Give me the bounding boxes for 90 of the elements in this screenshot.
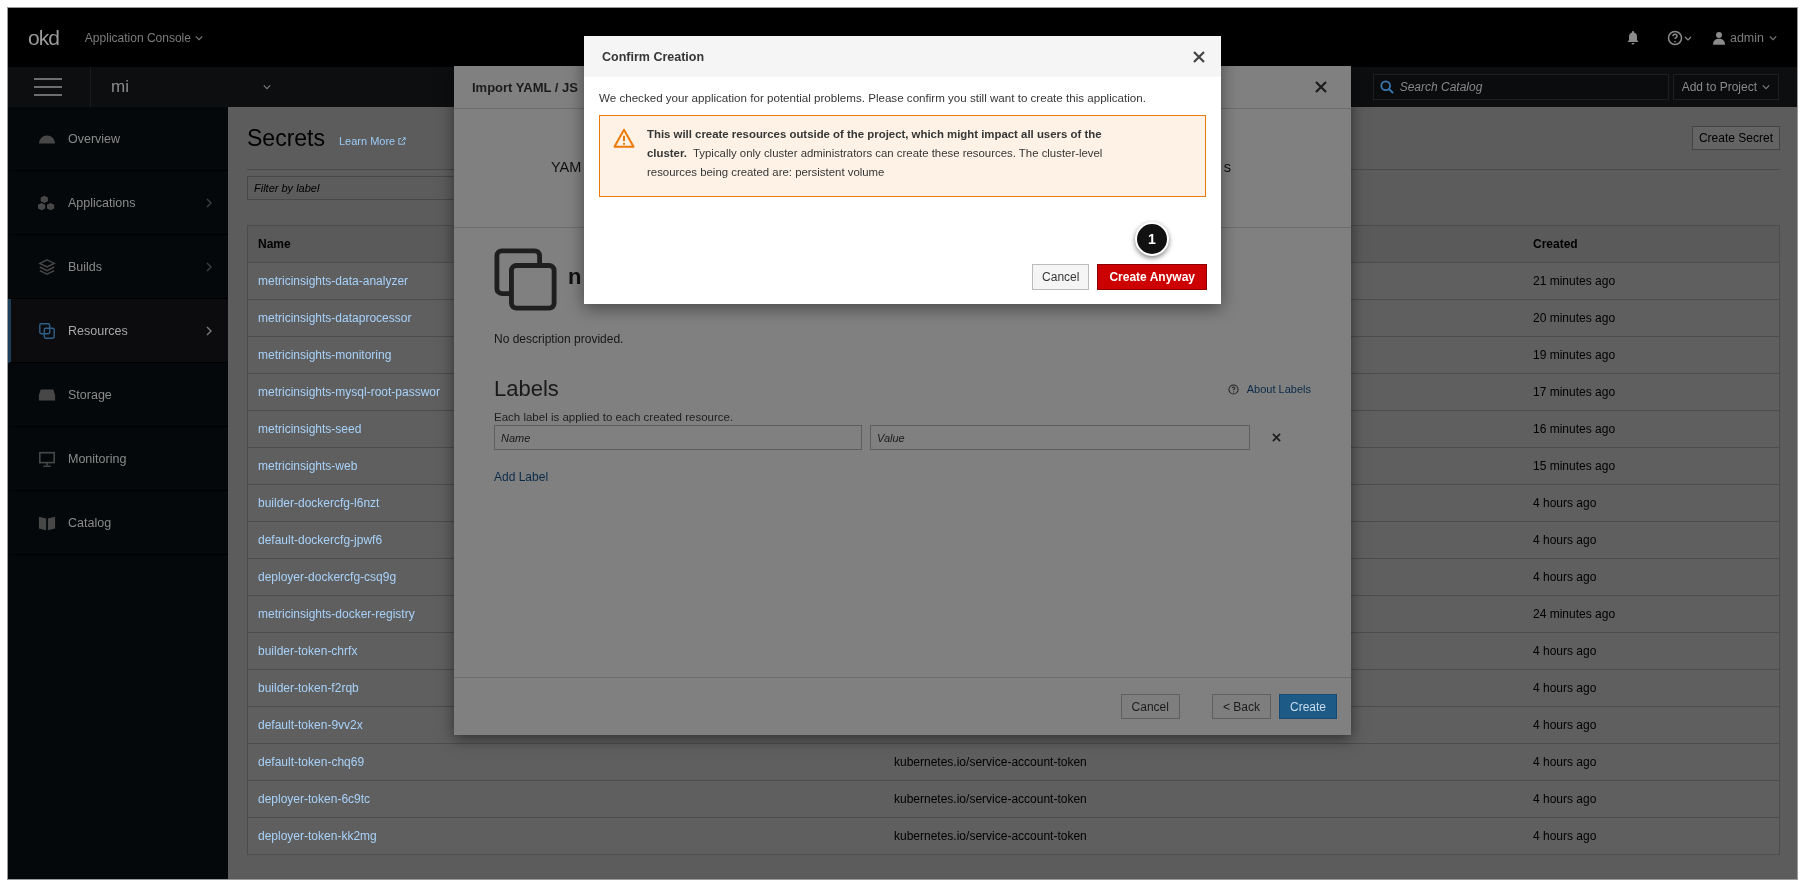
cancel-button[interactable]: Cancel <box>1032 264 1090 290</box>
user-icon <box>1712 30 1725 45</box>
help-icon[interactable] <box>1666 29 1693 46</box>
table-cell: 4 hours ago <box>1533 533 1597 547</box>
help-icon <box>1227 383 1239 395</box>
secret-link[interactable]: metricinsights-dataprocessor <box>258 311 412 325</box>
create-anyway-button[interactable]: Create Anyway <box>1097 264 1207 290</box>
table-cell: 4 hours ago <box>1533 718 1597 732</box>
description-text: No description provided. <box>494 332 625 346</box>
cancel-button[interactable]: Cancel <box>1120 694 1180 719</box>
table-cell: 4 hours ago <box>1533 792 1597 806</box>
close-icon[interactable] <box>1315 81 1327 93</box>
template-name: n <box>568 264 582 290</box>
project-selector[interactable]: mi <box>91 77 271 97</box>
secret-link[interactable]: builder-token-f2rqb <box>258 681 359 695</box>
caret-icon <box>194 34 203 41</box>
table-cell: 20 minutes ago <box>1533 311 1616 325</box>
wizard-step[interactable]: YAM <box>551 159 582 175</box>
sidebar-item[interactable]: Overview <box>8 107 228 171</box>
sidebar-item[interactable]: Applications <box>8 171 228 235</box>
secret-link[interactable]: deployer-dockercfg-csq9g <box>258 570 397 584</box>
secret-link[interactable]: default-dockercfg-jpwf6 <box>258 533 383 547</box>
user-menu[interactable]: admin <box>1712 30 1777 45</box>
menu-icon[interactable] <box>34 77 62 97</box>
monitor-icon <box>38 449 56 468</box>
search-icon <box>1379 80 1394 94</box>
learn-more-link[interactable]: Learn More <box>339 135 407 147</box>
secret-link[interactable]: deployer-token-kk2mg <box>258 829 377 843</box>
table-cell: 4 hours ago <box>1533 829 1597 843</box>
wizard-step[interactable]: s <box>1223 159 1231 175</box>
app-switcher[interactable]: Application Console <box>84 30 203 45</box>
secret-link[interactable]: metricinsights-mysql-root-passwor <box>258 385 441 399</box>
table-cell: 4 hours ago <box>1533 570 1597 584</box>
close-icon[interactable] <box>1193 50 1205 63</box>
secret-link[interactable]: metricinsights-docker-registry <box>258 607 415 621</box>
secret-link[interactable]: metricinsights-web <box>258 459 358 473</box>
create-button[interactable]: Create <box>1278 694 1337 719</box>
sidebar-item[interactable]: Catalog <box>8 491 228 555</box>
table-cell: kubernetes.io/service-account-token <box>894 829 1087 843</box>
search-field[interactable]: Search Catalog <box>1372 74 1669 100</box>
secret-link[interactable]: default-token-chq69 <box>258 755 365 769</box>
page-title: Secrets <box>247 124 325 152</box>
table-cell: 15 minutes ago <box>1533 459 1616 473</box>
warning-text: This will create resources outside of the project, which might impact all users of the cluster. Typically only cluster administrators can create these resources. The cluster-level resources being created are: persistent volume <box>647 127 1104 180</box>
copy-icon <box>38 321 56 340</box>
add-to-project-button[interactable]: Add to Project <box>1672 74 1779 100</box>
table-cell: 24 minutes ago <box>1533 607 1616 621</box>
sidebar-item[interactable]: Monitoring <box>8 427 228 491</box>
secret-link[interactable]: metricinsights-monitoring <box>258 348 392 362</box>
table-cell: 4 hours ago <box>1533 644 1597 658</box>
secret-link[interactable]: deployer-token-6c9tc <box>258 792 371 806</box>
secret-link[interactable]: metricinsights-seed <box>258 422 362 436</box>
dialog-title: Import YAML / JS <box>472 79 578 95</box>
cubes-icon <box>38 193 56 212</box>
warning-icon <box>613 128 635 148</box>
table-cell: kubernetes.io/service-account-token <box>894 792 1087 806</box>
secret-link[interactable]: metricinsights-data-analyzer <box>258 274 409 288</box>
layers-icon <box>38 257 56 276</box>
dialog-message: We checked your application for potential problems. Please confirm you still want to create this application. <box>599 91 1147 104</box>
sidebar-item[interactable]: Resources <box>8 299 228 363</box>
secret-link[interactable]: builder-token-chrfx <box>258 644 358 658</box>
table-cell: 4 hours ago <box>1533 496 1597 510</box>
table-cell: 4 hours ago <box>1533 681 1597 695</box>
table-cell: 19 minutes ago <box>1533 348 1616 362</box>
label-value-field[interactable]: Value <box>870 425 1250 450</box>
secret-link[interactable]: default-token-9vv2x <box>258 718 363 732</box>
column-header: Created <box>1533 237 1579 251</box>
about-labels-link[interactable]: About Labels <box>1246 383 1311 395</box>
logo[interactable]: okd <box>28 25 59 50</box>
caret-icon <box>1762 84 1770 90</box>
table-cell: 17 minutes ago <box>1533 385 1616 399</box>
labels-hint: Each label is applied to each created resource. <box>494 411 735 423</box>
create-secret-button[interactable]: Create Secret <box>1691 126 1780 150</box>
back-button[interactable]: < Back <box>1211 694 1271 719</box>
table-cell: 4 hours ago <box>1533 755 1597 769</box>
table-cell: 21 minutes ago <box>1533 274 1616 288</box>
table-cell: 16 minutes ago <box>1533 422 1616 436</box>
column-header: Name <box>258 237 292 251</box>
copy-icon <box>494 248 558 312</box>
label-name-field[interactable]: Name <box>494 425 862 450</box>
add-label-link[interactable]: Add Label <box>494 470 549 484</box>
caret-icon <box>1769 34 1777 41</box>
remove-icon[interactable] <box>1272 433 1281 442</box>
sidebar-item[interactable]: Storage <box>8 363 228 427</box>
secret-link[interactable]: builder-dockercfg-l6nzt <box>258 496 380 510</box>
dialog-title: Confirm Creation <box>602 49 705 64</box>
external-link-icon <box>398 137 407 145</box>
caret-icon <box>263 84 271 90</box>
labels-heading: Labels <box>494 376 559 402</box>
table-cell: kubernetes.io/service-account-token <box>894 755 1087 769</box>
